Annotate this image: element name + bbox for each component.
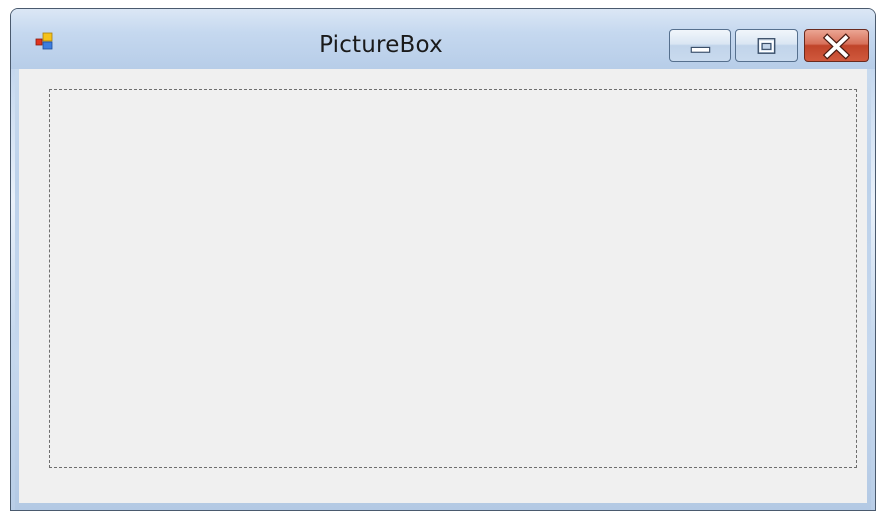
close-icon bbox=[822, 33, 851, 60]
picture-box[interactable] bbox=[49, 89, 857, 468]
maximize-icon bbox=[757, 38, 776, 54]
maximize-button[interactable] bbox=[735, 29, 798, 62]
application-window: PictureBox bbox=[10, 8, 876, 511]
window-border-left bbox=[11, 69, 15, 510]
close-button[interactable] bbox=[804, 29, 869, 62]
form-client-area bbox=[19, 69, 867, 503]
title-bar[interactable]: PictureBox bbox=[11, 9, 875, 69]
window-border-right bbox=[871, 69, 875, 510]
minimize-button[interactable] bbox=[669, 29, 731, 62]
minimize-icon bbox=[690, 46, 711, 53]
window-title: PictureBox bbox=[319, 32, 443, 58]
